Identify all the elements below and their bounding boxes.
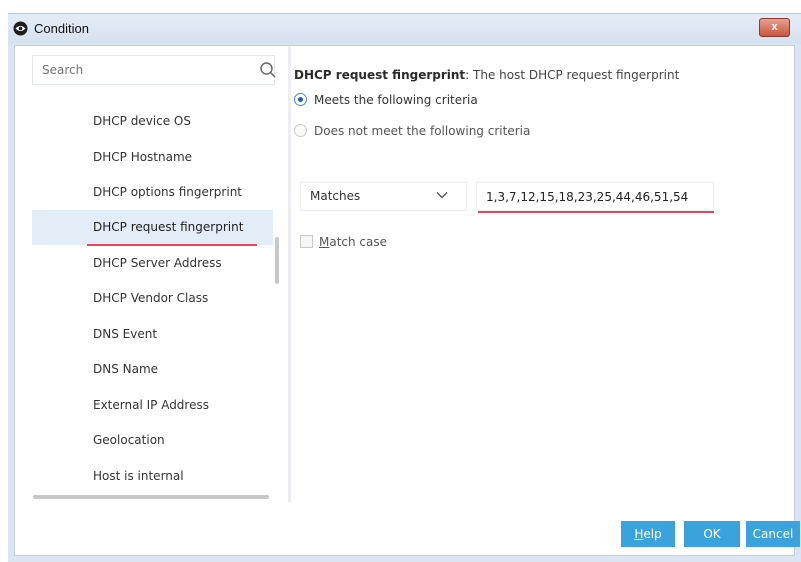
search-input[interactable] (33, 56, 243, 84)
sidebar-item-dns-name[interactable]: DNS Name (32, 352, 273, 387)
radio-unselected-icon[interactable] (294, 124, 307, 137)
sidebar-item-label: External IP Address (93, 398, 209, 412)
cancel-button[interactable]: Cancel (746, 521, 800, 547)
radio-meets-criteria[interactable]: Meets the following criteria (294, 93, 478, 109)
condition-dialog: Condition x DHCP device OS DHCP Hostname… (8, 13, 801, 562)
panel-divider (288, 46, 291, 502)
close-icon: x (771, 21, 778, 33)
sidebar-item-label: Geolocation (93, 433, 165, 447)
condition-header: DHCP request fingerprint: The host DHCP … (294, 68, 679, 82)
sidebar-item-external-ip-address[interactable]: External IP Address (32, 388, 273, 423)
match-case-rest: atch case (329, 235, 388, 249)
sidebar-item-host-is-internal[interactable]: Host is internal (32, 459, 273, 494)
checkbox-unchecked-icon[interactable] (300, 235, 313, 248)
sidebar-item-dhcp-request-fingerprint[interactable]: DHCP request fingerprint (32, 210, 273, 245)
eye-logo-icon (13, 21, 28, 36)
match-case-mnemonic: M (319, 235, 330, 249)
sidebar-item-dhcp-vendor-class[interactable]: DHCP Vendor Class (32, 281, 273, 316)
help-rest: elp (643, 527, 662, 541)
dialog-content: DHCP device OS DHCP Hostname DHCP option… (14, 45, 795, 556)
ok-button[interactable]: OK (684, 521, 740, 547)
operator-value: Matches (310, 189, 361, 203)
sidebar-item-label: Host is internal (93, 469, 184, 483)
radio-meets-label: Meets the following criteria (314, 93, 478, 107)
search-icon[interactable] (259, 61, 277, 79)
sidebar-item-label: DHCP Server Address (93, 256, 222, 270)
dialog-title: Condition (34, 21, 89, 36)
horizontal-scrollbar[interactable] (33, 495, 269, 499)
help-mnemonic: H (634, 527, 644, 541)
sidebar-item-label: DHCP Hostname (93, 150, 193, 164)
sidebar-item-label: DHCP options fingerprint (93, 185, 242, 199)
condition-list-panel: DHCP device OS DHCP Hostname DHCP option… (15, 46, 288, 555)
sidebar-item-dhcp-hostname[interactable]: DHCP Hostname (32, 140, 273, 175)
sidebar-item-geolocation[interactable]: Geolocation (32, 423, 273, 458)
search-box[interactable] (32, 55, 277, 85)
fingerprint-value-input[interactable] (476, 182, 714, 211)
radio-not-meets-label: Does not meet the following criteria (314, 124, 531, 138)
match-case-checkbox[interactable]: Match case (300, 235, 387, 249)
sidebar-item-label: DHCP device OS (93, 114, 191, 128)
match-case-label: Match case (319, 235, 387, 249)
value-underline (478, 211, 714, 213)
sidebar-item-dhcp-server-address[interactable]: DHCP Server Address (32, 246, 273, 281)
close-button[interactable]: x (759, 18, 790, 37)
radio-not-meets-criteria[interactable]: Does not meet the following criteria (294, 124, 530, 140)
sidebar-item-label: DHCP Vendor Class (93, 291, 209, 305)
sidebar-item-dhcp-options-fingerprint[interactable]: DHCP options fingerprint (32, 175, 273, 210)
sidebar-item-dhcp-device-os[interactable]: DHCP device OS (32, 104, 273, 139)
operator-select[interactable]: Matches (300, 182, 467, 211)
condition-description: : The host DHCP request fingerprint (465, 68, 680, 82)
condition-title: DHCP request fingerprint (294, 68, 466, 82)
help-button[interactable]: Help (621, 521, 675, 547)
sidebar-item-label: DNS Event (93, 327, 158, 341)
sidebar-item-label: DHCP request fingerprint (93, 220, 244, 234)
title-bar[interactable]: Condition x (8, 14, 801, 44)
vertical-scrollbar[interactable] (275, 237, 279, 284)
radio-selected-icon[interactable] (294, 93, 307, 106)
sidebar-item-label: DNS Name (93, 362, 159, 376)
chevron-down-icon[interactable] (436, 191, 448, 199)
sidebar-item-dns-event[interactable]: DNS Event (32, 317, 273, 352)
